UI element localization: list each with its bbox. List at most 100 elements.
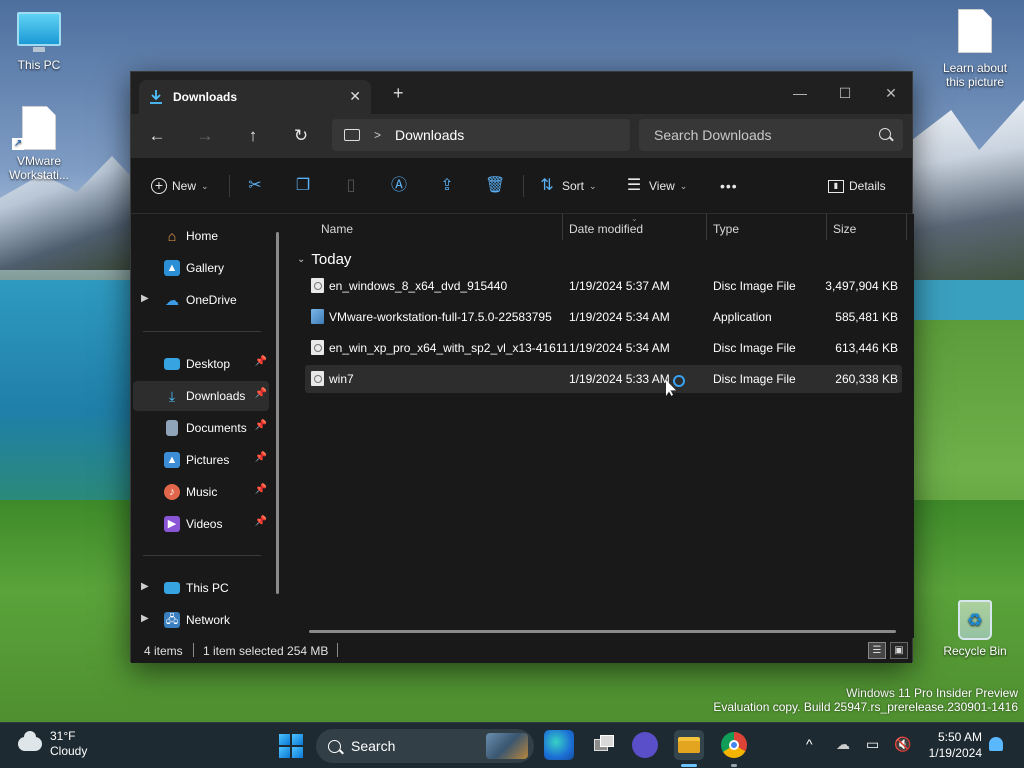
- new-button[interactable]: + New ⌄: [151, 173, 209, 199]
- search-box[interactable]: [639, 119, 903, 151]
- chrome-icon[interactable]: [721, 732, 747, 758]
- column-header-type[interactable]: Type: [713, 214, 739, 244]
- clock-time: 5:50 AM: [937, 730, 982, 744]
- clock[interactable]: 5:50 AM 1/19/2024: [924, 729, 982, 761]
- back-button[interactable]: ←: [145, 124, 169, 148]
- sidebar-item-onedrive[interactable]: ▶ ☁ OneDrive: [133, 285, 269, 315]
- sidebar-item-this-pc[interactable]: ▶ This PC: [133, 573, 269, 603]
- show-hidden-icons-button[interactable]: ^: [806, 736, 813, 752]
- column-header-size[interactable]: Size: [833, 214, 856, 244]
- search-icon[interactable]: [879, 128, 891, 140]
- horizontal-scrollbar[interactable]: [309, 630, 896, 633]
- share-button[interactable]: ⇪: [437, 173, 457, 199]
- weather-widget[interactable]: 31°F Cloudy: [18, 729, 87, 759]
- pin-icon: 📌: [254, 420, 267, 431]
- file-row[interactable]: en_win_xp_pro_x64_with_sp2_vl_x13-41611 …: [305, 334, 902, 362]
- chevron-down-icon: ⌄: [201, 180, 209, 191]
- sidebar-item-label: Gallery: [186, 261, 225, 275]
- file-explorer-taskbar-icon[interactable]: [674, 730, 704, 760]
- tab-downloads[interactable]: Downloads ✕: [139, 80, 371, 114]
- sidebar-item-pictures[interactable]: ▲ Pictures 📌: [133, 445, 269, 475]
- sidebar-item-label: Documents: [186, 421, 247, 435]
- address-bar[interactable]: > Downloads: [332, 119, 630, 151]
- column-header-date[interactable]: Date modified: [569, 214, 643, 244]
- column-divider[interactable]: [826, 214, 827, 240]
- edge-beta-icon[interactable]: [544, 730, 574, 760]
- column-divider[interactable]: [562, 214, 563, 240]
- this-pc-icon: [164, 582, 180, 594]
- search-input[interactable]: [639, 119, 869, 151]
- delete-button[interactable]: 🗑: [485, 173, 505, 199]
- sidebar-item-desktop[interactable]: Desktop 📌: [133, 349, 269, 379]
- desktop-icon-this-pc[interactable]: This PC: [0, 12, 78, 72]
- group-header-today[interactable]: ⌄ Today: [297, 248, 351, 270]
- network-icon[interactable]: ▭: [866, 736, 879, 753]
- cloud-icon: ☁: [165, 292, 179, 308]
- breadcrumb-downloads[interactable]: Downloads: [395, 127, 464, 143]
- more-options-button[interactable]: •••: [715, 173, 738, 199]
- volume-muted-icon[interactable]: 🔇: [894, 736, 911, 753]
- taskbar-search[interactable]: Search: [316, 729, 534, 763]
- pin-icon: 📌: [254, 356, 267, 367]
- minimize-button[interactable]: —: [777, 78, 823, 108]
- more-icon: •••: [720, 178, 738, 194]
- chevron-right-icon[interactable]: ▶: [141, 293, 149, 304]
- tab-close-button[interactable]: ✕: [349, 88, 361, 105]
- column-divider[interactable]: [706, 214, 707, 240]
- onedrive-offline-icon[interactable]: ☁: [836, 736, 850, 753]
- copy-icon: ❐: [295, 177, 311, 194]
- sidebar-item-gallery[interactable]: ▲ Gallery: [133, 253, 269, 283]
- tiles-view-button[interactable]: ▣: [890, 642, 908, 659]
- file-size: 260,338 KB: [835, 372, 898, 386]
- file-row[interactable]: VMware-workstation-full-17.5.0-22583795 …: [305, 303, 902, 331]
- sidebar-item-downloads[interactable]: ⤓ Downloads 📌: [133, 381, 269, 411]
- task-view-icon[interactable]: [590, 730, 620, 760]
- rename-icon: Ⓐ: [390, 177, 407, 194]
- forward-button[interactable]: →: [193, 124, 217, 148]
- sidebar-scrollbar[interactable]: [276, 232, 279, 594]
- sort-icon: ⇅: [540, 177, 554, 194]
- desktop-icon-learn-about-picture[interactable]: Learn about this picture: [936, 9, 1014, 89]
- chevron-right-icon[interactable]: ▶: [141, 581, 149, 592]
- desktop-icon-recycle-bin[interactable]: ♻ Recycle Bin: [936, 600, 1014, 658]
- notification-bell-icon[interactable]: [989, 737, 1003, 751]
- view-button[interactable]: ☰ View ⌄: [624, 173, 688, 199]
- column-header-name[interactable]: Name: [321, 214, 353, 244]
- details-pane-button[interactable]: ▮ Details: [828, 173, 886, 199]
- sidebar-item-music[interactable]: ♪ Music 📌: [133, 477, 269, 507]
- sidebar-divider: [143, 555, 261, 556]
- up-button[interactable]: ↑: [241, 124, 265, 148]
- details-view-button[interactable]: ☰: [868, 642, 886, 659]
- refresh-button[interactable]: ↻: [289, 124, 313, 148]
- sidebar-item-videos[interactable]: ▶ Videos 📌: [133, 509, 269, 539]
- new-tab-button[interactable]: +: [393, 84, 404, 102]
- chevron-right-icon[interactable]: ▶: [141, 613, 149, 624]
- pictures-icon: ▲: [164, 452, 180, 468]
- search-icon: [328, 739, 341, 753]
- close-button[interactable]: ✕: [868, 78, 914, 108]
- disc-image-icon: [311, 371, 324, 386]
- sidebar-item-documents[interactable]: Documents 📌: [133, 413, 269, 443]
- disc-image-icon: [311, 340, 324, 355]
- maximize-button[interactable]: ☐: [822, 78, 868, 108]
- shortcut-arrow-icon: ↗: [12, 138, 24, 150]
- command-bar: + New ⌄ ✂ ❐ ▯ Ⓐ ⇪ 🗑 ⇅ Sort ⌄ ☰ View ⌄ ••…: [131, 158, 912, 214]
- desktop-icon-vmware[interactable]: ↗ VMware Workstati...: [0, 106, 78, 182]
- sidebar-item-network[interactable]: ▶ 🖧 Network: [133, 605, 269, 635]
- teams-meet-icon[interactable]: [632, 732, 658, 758]
- file-size: 585,481 KB: [835, 310, 898, 324]
- file-name: en_windows_8_x64_dvd_915440: [329, 279, 508, 293]
- column-divider[interactable]: [906, 214, 907, 240]
- cut-button[interactable]: ✂: [245, 173, 265, 199]
- paste-button[interactable]: ▯: [341, 173, 361, 199]
- rename-button[interactable]: Ⓐ: [389, 173, 409, 199]
- breadcrumb-chevron-icon: >: [374, 128, 382, 142]
- file-row[interactable]: en_windows_8_x64_dvd_915440 1/19/2024 5:…: [305, 272, 902, 300]
- cloud-icon: [18, 731, 42, 751]
- copy-button[interactable]: ❐: [293, 173, 313, 199]
- start-button[interactable]: [279, 734, 303, 758]
- file-row-selected[interactable]: win7 1/19/2024 5:33 AM Disc Image File 2…: [305, 365, 902, 393]
- document-icon: [166, 420, 178, 436]
- sidebar-item-home[interactable]: ⌂ Home: [133, 221, 269, 251]
- sort-button[interactable]: ⇅ Sort ⌄: [537, 173, 596, 199]
